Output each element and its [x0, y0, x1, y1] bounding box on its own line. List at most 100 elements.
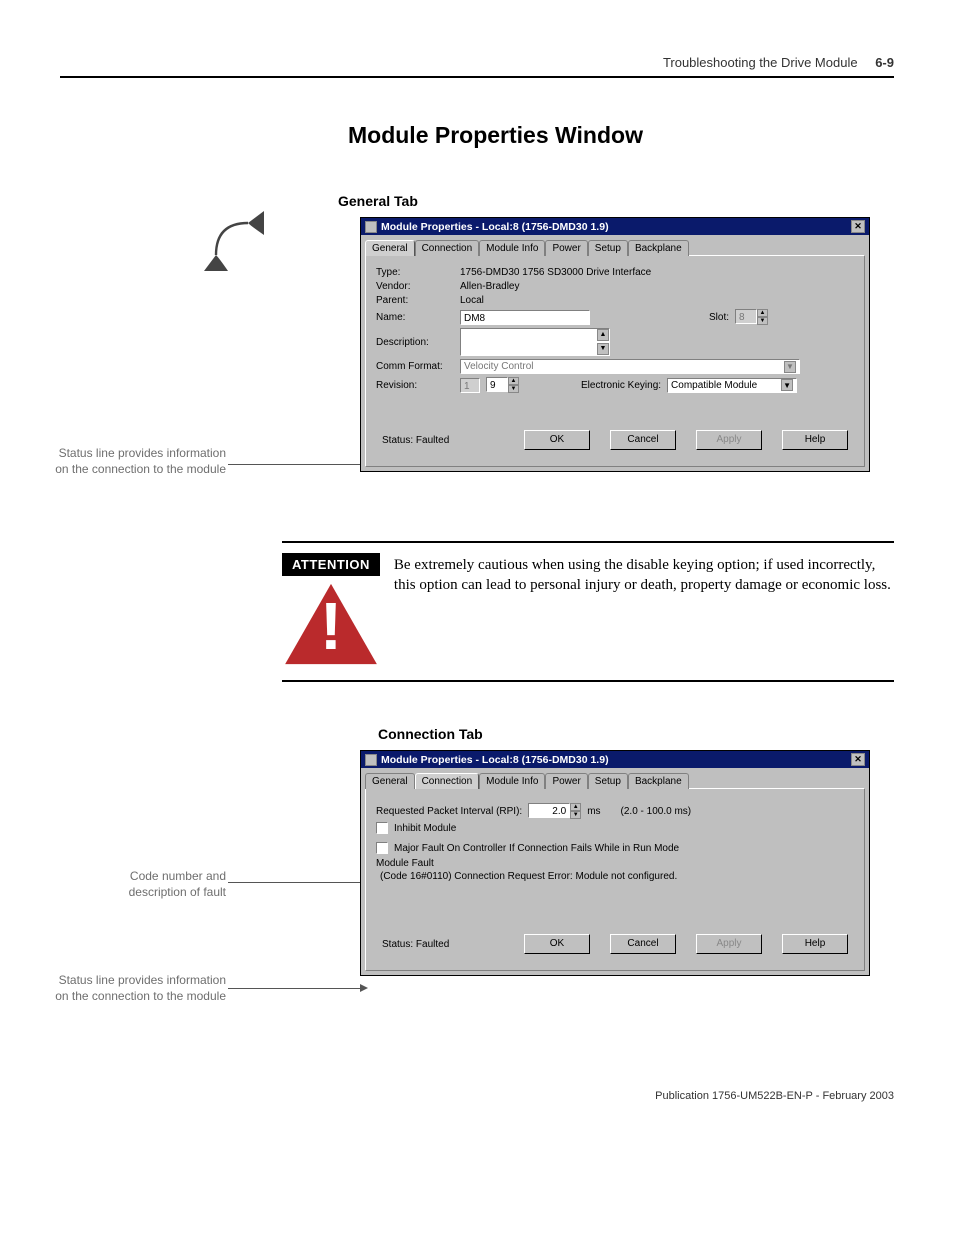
vendor-label: Vendor:: [376, 281, 454, 292]
major-fault-checkbox[interactable]: [376, 842, 388, 854]
attention-text: Be extremely cautious when using the dis…: [394, 553, 894, 668]
header-rule: [60, 76, 894, 78]
rpi-range: (2.0 - 100.0 ms): [621, 806, 692, 817]
module-properties-dialog-general: Module Properties - Local:8 (1756-DMD30 …: [360, 217, 870, 472]
tab-module-info[interactable]: Module Info: [479, 773, 545, 789]
help-button[interactable]: Help: [782, 430, 848, 450]
connection-tab-figure: Code number and description of fault Sta…: [60, 750, 894, 1030]
rpi-label: Requested Packet Interval (RPI):: [376, 806, 522, 817]
ekeying-label: Electronic Keying:: [581, 380, 661, 391]
page-header: Troubleshooting the Drive Module 6-9: [0, 0, 954, 76]
chevron-down-icon[interactable]: ▼: [570, 811, 581, 819]
rpi-spinner[interactable]: 2.0 ▲▼: [528, 803, 581, 819]
rpi-units: ms: [587, 806, 600, 817]
general-panel: Type:1756-DMD30 1756 SD3000 Drive Interf…: [365, 255, 865, 467]
status-annotation-general: Status line provides information on the …: [50, 445, 226, 477]
attention-rule-bottom: [282, 680, 894, 682]
general-tab-figure: Status line provides information on the …: [60, 217, 894, 517]
tab-setup[interactable]: Setup: [588, 240, 628, 256]
cancel-button[interactable]: Cancel: [610, 430, 676, 450]
type-value: 1756-DMD30 1756 SD3000 Drive Interface: [460, 267, 651, 278]
inhibit-label: Inhibit Module: [394, 823, 456, 834]
description-label: Description:: [376, 337, 454, 348]
svg-text:!: !: [320, 589, 342, 664]
general-tab-heading: General Tab: [338, 193, 954, 209]
tab-module-info[interactable]: Module Info: [479, 240, 545, 256]
inhibit-checkbox[interactable]: [376, 822, 388, 834]
apply-button: Apply: [696, 934, 762, 954]
chevron-down-icon[interactable]: ▼: [781, 379, 793, 391]
tab-power[interactable]: Power: [545, 773, 587, 789]
revision-minor[interactable]: 9: [486, 377, 508, 392]
module-properties-dialog-connection: Module Properties - Local:8 (1756-DMD30 …: [360, 750, 870, 976]
dialog-title: Module Properties - Local:8 (1756-DMD30 …: [381, 221, 847, 233]
attention-label: ATTENTION: [282, 553, 380, 576]
titlebar[interactable]: Module Properties - Local:8 (1756-DMD30 …: [361, 218, 869, 235]
ok-button[interactable]: OK: [524, 934, 590, 954]
apply-button: Apply: [696, 430, 762, 450]
dialog-title: Module Properties - Local:8 (1756-DMD30 …: [381, 754, 847, 766]
app-icon: [365, 754, 377, 766]
chevron-up-icon[interactable]: ▲: [757, 309, 768, 317]
publication-line: Publication 1756-UM522B-EN-P - February …: [0, 1090, 894, 1102]
help-button[interactable]: Help: [782, 934, 848, 954]
comm-format-select: Velocity Control ▼: [460, 359, 800, 374]
description-input[interactable]: ▲ ▼: [460, 328, 610, 356]
tab-setup[interactable]: Setup: [588, 773, 628, 789]
tab-general[interactable]: General: [365, 773, 415, 789]
chevron-down-icon: ▼: [784, 361, 796, 373]
tab-backplane[interactable]: Backplane: [628, 773, 689, 789]
slot-value: 8: [735, 309, 757, 324]
ekeying-select[interactable]: Compatible Module ▼: [667, 378, 797, 393]
tab-connection[interactable]: Connection: [415, 773, 480, 789]
rpi-value[interactable]: 2.0: [528, 803, 570, 818]
tabstrip: General Connection Module Info Power Set…: [361, 235, 869, 255]
module-fault-heading: Module Fault: [376, 858, 854, 869]
module-fault-text: (Code 16#0110) Connection Request Error:…: [376, 871, 854, 882]
callout-arrow-icon: [200, 207, 280, 287]
vendor-value: Allen-Bradley: [460, 281, 519, 292]
leader-arrowhead-icon: [360, 984, 368, 992]
ok-button[interactable]: OK: [524, 430, 590, 450]
comm-format-label: Comm Format:: [376, 361, 454, 372]
fault-annotation: Code number and description of fault: [80, 868, 226, 900]
name-label: Name:: [376, 312, 454, 323]
app-icon: [365, 221, 377, 233]
titlebar[interactable]: Module Properties - Local:8 (1756-DMD30 …: [361, 751, 869, 768]
attention-block: ATTENTION ! Be extremely cautious when u…: [282, 541, 894, 682]
header-text: Troubleshooting the Drive Module: [663, 55, 858, 70]
tab-general[interactable]: General: [365, 240, 415, 256]
chevron-up-icon[interactable]: ▲: [570, 803, 581, 811]
close-icon[interactable]: ✕: [851, 753, 865, 766]
slot-label: Slot:: [709, 312, 729, 323]
warning-triangle-icon: !: [283, 582, 379, 668]
tab-power[interactable]: Power: [545, 240, 587, 256]
revision-label: Revision:: [376, 380, 454, 391]
chevron-down-icon[interactable]: ▼: [757, 317, 768, 325]
close-icon[interactable]: ✕: [851, 220, 865, 233]
leader-line: [228, 882, 360, 883]
revision-minor-spinner[interactable]: 9 ▲▼: [486, 377, 519, 393]
section-title: Module Properties Window: [348, 122, 894, 149]
status-line: Status: Faulted: [382, 939, 449, 950]
page-number: 6-9: [875, 55, 894, 70]
parent-value: Local: [460, 295, 484, 306]
cancel-button[interactable]: Cancel: [610, 934, 676, 954]
leader-line: [228, 988, 360, 989]
chevron-up-icon[interactable]: ▲: [508, 377, 519, 385]
connection-panel: Requested Packet Interval (RPI): 2.0 ▲▼ …: [365, 788, 865, 971]
parent-label: Parent:: [376, 295, 454, 306]
attention-badge: ATTENTION !: [282, 553, 380, 668]
status-line: Status: Faulted: [382, 435, 449, 446]
chevron-down-icon[interactable]: ▼: [508, 385, 519, 393]
major-fault-label: Major Fault On Controller If Connection …: [394, 843, 679, 854]
tabstrip: General Connection Module Info Power Set…: [361, 768, 869, 788]
scroll-down-icon[interactable]: ▼: [597, 343, 609, 355]
slot-spinner[interactable]: 8 ▲▼: [735, 309, 768, 325]
tab-backplane[interactable]: Backplane: [628, 240, 689, 256]
name-input[interactable]: DM8: [460, 310, 590, 325]
revision-major: 1: [460, 378, 480, 393]
scroll-up-icon[interactable]: ▲: [597, 329, 609, 341]
leader-line: [228, 464, 360, 465]
tab-connection[interactable]: Connection: [415, 240, 480, 256]
